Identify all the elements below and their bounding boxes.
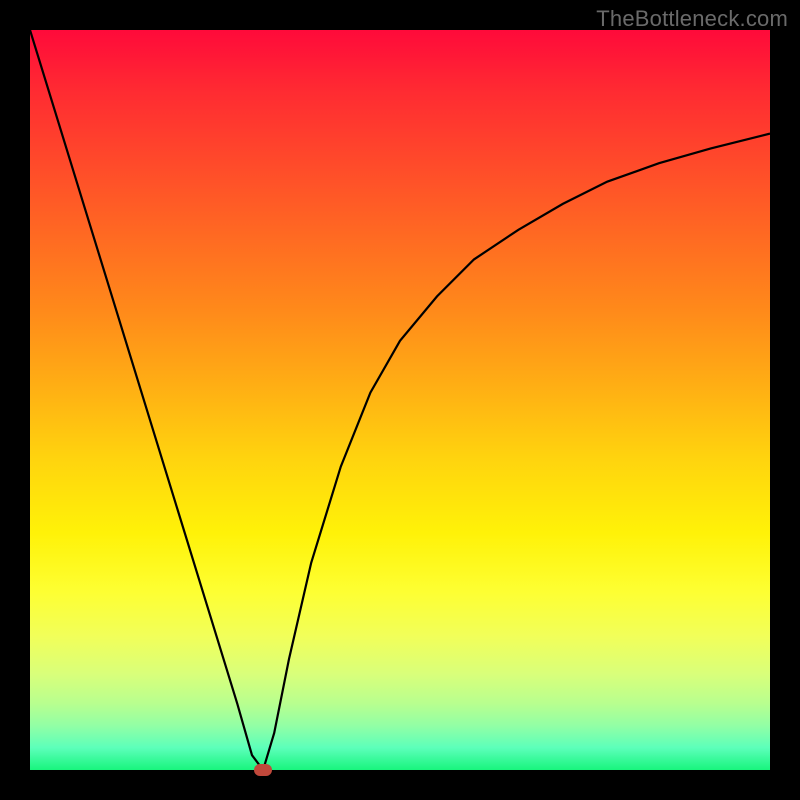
bottleneck-curve [30, 30, 770, 770]
watermark-text: TheBottleneck.com [596, 6, 788, 32]
minimum-marker [254, 764, 272, 776]
curve-svg [30, 30, 770, 770]
plot-area [30, 30, 770, 770]
chart-frame: TheBottleneck.com [0, 0, 800, 800]
